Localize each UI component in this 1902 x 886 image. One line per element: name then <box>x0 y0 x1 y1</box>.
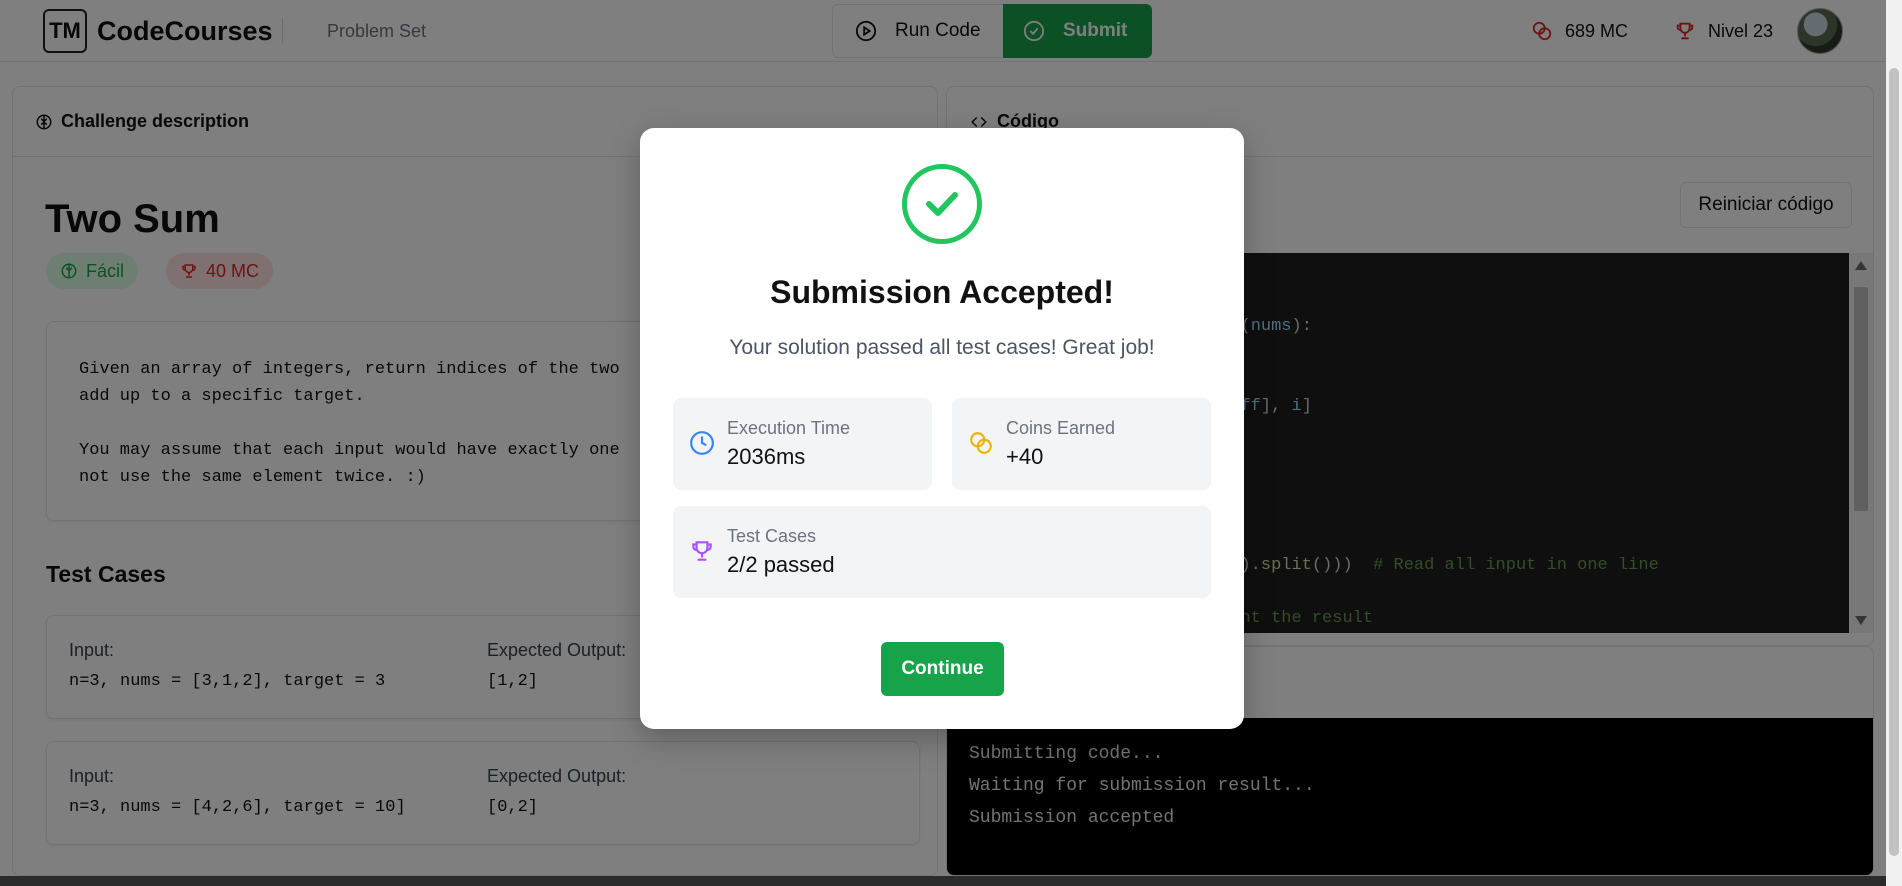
dialog-title: Submission Accepted! <box>770 274 1114 310</box>
clock-icon <box>690 431 714 455</box>
test-cases-stat: Test Cases 2/2 passed <box>673 506 1211 598</box>
coins-earned-label: Coins Earned <box>1006 418 1116 438</box>
test-cases-value: 2/2 passed <box>727 552 835 577</box>
page-scrollbar[interactable] <box>1886 0 1902 886</box>
dialog-subtitle: Your solution passed all test cases! Gre… <box>729 336 1155 359</box>
execution-time-stat: Execution Time 2036ms <box>673 398 932 490</box>
execution-time-value: 2036ms <box>727 444 806 469</box>
execution-time-label: Execution Time <box>727 418 851 438</box>
coins-earned-stat: Coins Earned +40 <box>952 398 1211 490</box>
coins-icon <box>970 432 992 454</box>
bottom-bar <box>0 876 1886 886</box>
continue-button[interactable]: Continue <box>881 642 1004 696</box>
submission-accepted-dialog: Submission Accepted! Your solution passe… <box>640 128 1244 729</box>
check-circle-icon <box>902 164 982 244</box>
trophy-icon <box>692 541 712 561</box>
page-scroll-thumb[interactable] <box>1889 68 1899 856</box>
coins-earned-value: +40 <box>1006 444 1044 469</box>
test-cases-label: Test Cases <box>727 526 817 546</box>
